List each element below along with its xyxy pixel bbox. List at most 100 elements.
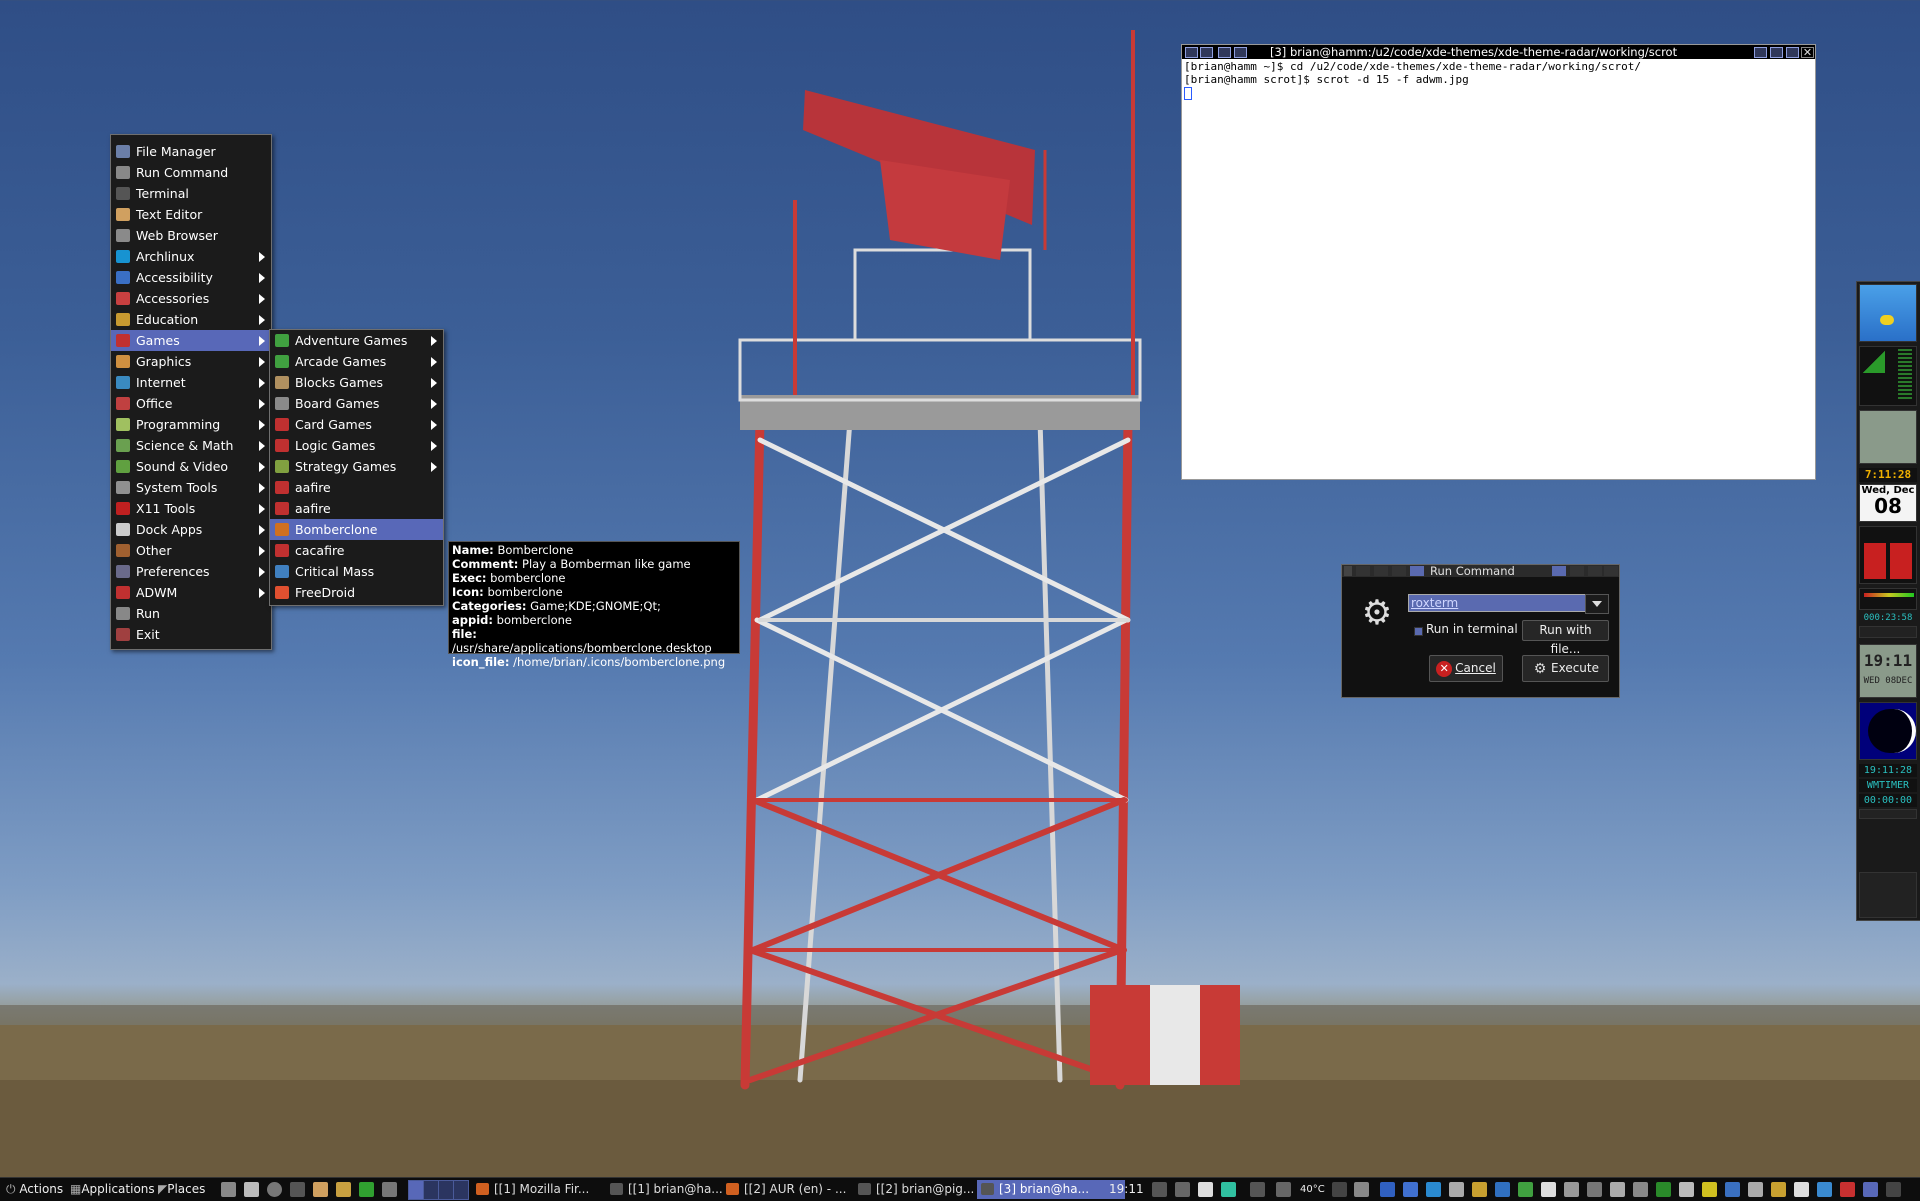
tray-icon[interactable] [1771,1182,1786,1197]
menu-item[interactable]: System Tools [111,477,271,498]
menu-item[interactable]: Web Browser [111,225,271,246]
window-menu-icon[interactable] [1344,566,1352,576]
wifi-dockapp[interactable] [1859,346,1917,406]
run-with-file-button[interactable]: Run with file... [1522,620,1609,656]
launcher-file-icon[interactable] [221,1182,236,1197]
menu-item[interactable]: ADWM [111,582,271,603]
tray-icon[interactable] [1403,1182,1418,1197]
games-menu-item[interactable]: Blocks Games [270,372,443,393]
games-menu-item[interactable]: Strategy Games [270,456,443,477]
taskbar-task[interactable]: [[2] AUR (en) - ... [722,1180,870,1199]
tray-icon[interactable] [1152,1182,1167,1197]
tray-icon[interactable] [1748,1182,1763,1197]
tray-icon[interactable] [1276,1182,1291,1197]
games-menu-item[interactable]: Adventure Games [270,330,443,351]
tray-icon[interactable] [1702,1182,1717,1197]
tray-icon[interactable] [1198,1182,1213,1197]
tray-icon[interactable] [1679,1182,1694,1197]
games-menu-item[interactable]: Card Games [270,414,443,435]
shade-icon[interactable] [1374,566,1388,576]
menu-item[interactable]: Run Command [111,162,271,183]
menu-item[interactable]: Education [111,309,271,330]
tray-arrow-icon[interactable] [1332,1182,1347,1197]
run-in-terminal-checkbox[interactable] [1414,627,1423,636]
taskbar-task[interactable]: [[2] brian@pig... [854,1180,994,1199]
tray-icon[interactable] [1886,1182,1901,1197]
actions-menu[interactable]: ⏻ Actions [6,1178,63,1201]
taskbar-task[interactable]: [[1] Mozilla Fir... [472,1180,622,1199]
launcher-browser-icon[interactable] [267,1182,282,1197]
volume-icon[interactable] [1354,1182,1369,1197]
launcher-app-icon[interactable] [336,1182,351,1197]
launcher-spreadsheet-icon[interactable] [359,1182,374,1197]
tray-icon[interactable] [1449,1182,1464,1197]
launcher-terminal-icon[interactable] [290,1182,305,1197]
taskbar-task[interactable]: [[1] brian@ha... [606,1180,738,1199]
tray-icon[interactable] [1250,1182,1265,1197]
menu-item[interactable]: Office [111,393,271,414]
games-menu-item[interactable]: aafire [270,477,443,498]
lcd-clock-dockapp[interactable]: 19:11 WED 08DEC [1859,644,1917,698]
menu-item[interactable]: Run [111,603,271,624]
menu-item[interactable]: Programming [111,414,271,435]
menu-item[interactable]: Dock Apps [111,519,271,540]
launcher-doc-icon[interactable] [244,1182,259,1197]
restore-icon[interactable] [1588,566,1602,576]
tray-icon[interactable] [1840,1182,1855,1197]
run-in-terminal-label[interactable]: Run in terminal [1426,622,1518,636]
cpu-dockapp[interactable] [1859,410,1917,464]
run-command-dialog[interactable]: Run Command ⚙ roxterm Run in terminal Ru… [1341,564,1620,698]
timer-controls[interactable] [1859,809,1917,819]
layer-icon[interactable] [1392,566,1406,576]
tray-icon[interactable] [1794,1182,1809,1197]
menu-item[interactable]: Preferences [111,561,271,582]
moon-dockapp[interactable] [1859,702,1917,760]
games-menu-item[interactable]: cacafire [270,540,443,561]
menu-item[interactable]: Science & Math [111,435,271,456]
launcher-editor-icon[interactable] [313,1182,328,1197]
menu-item[interactable]: Text Editor [111,204,271,225]
timer-value[interactable]: 00:00:00 [1859,794,1917,807]
tray-icon[interactable] [1725,1182,1740,1197]
command-history-dropdown[interactable] [1585,594,1609,614]
tile-icon[interactable] [1754,47,1767,58]
games-menu-item[interactable]: FreeDroid [270,582,443,603]
execute-button[interactable]: ⚙ Execute [1522,655,1609,682]
tray-icon[interactable] [1863,1182,1878,1197]
menu-item[interactable]: Internet [111,372,271,393]
menu-item[interactable]: Accessibility [111,267,271,288]
tray-icon[interactable] [1541,1182,1556,1197]
minimize-icon[interactable] [1770,47,1783,58]
menu-item[interactable]: Exit [111,624,271,645]
tray-icon[interactable] [1817,1182,1832,1197]
terminal-titlebar[interactable]: [3] brian@hamm:/u2/code/xde-themes/xde-t… [1182,45,1815,59]
workspace-4[interactable] [453,1180,469,1200]
menu-item[interactable]: Games [111,330,271,351]
bluetooth-icon[interactable] [1380,1182,1395,1197]
tray-icon[interactable] [1656,1182,1671,1197]
menu-item[interactable]: Graphics [111,351,271,372]
terminal-window[interactable]: [3] brian@hamm:/u2/code/xde-themes/xde-t… [1181,44,1816,480]
taskbar-task[interactable]: [3] brian@ha... [977,1180,1125,1199]
calendar-dockapp[interactable]: Wed, Dec 08 [1859,484,1917,522]
games-menu-item[interactable]: Bomberclone [270,519,443,540]
tray-icon[interactable] [1426,1182,1441,1197]
launcher-run-icon[interactable] [382,1182,397,1197]
games-menu-item[interactable]: Critical Mass [270,561,443,582]
menu-item[interactable]: Terminal [111,183,271,204]
games-menu-item[interactable]: aafire [270,498,443,519]
menu-item[interactable]: X11 Tools [111,498,271,519]
stick-icon[interactable] [1200,47,1213,58]
games-menu-item[interactable]: Board Games [270,393,443,414]
tray-icon[interactable] [1495,1182,1510,1197]
window-menu-icon[interactable] [1185,47,1198,58]
run-command-titlebar[interactable]: Run Command [1342,565,1619,577]
tray-icon[interactable] [1472,1182,1487,1197]
cancel-button[interactable]: ✕ Cancel [1429,655,1503,682]
battery-icon[interactable] [1221,1182,1236,1197]
close-icon[interactable]: ✕ [1801,47,1814,58]
close-icon[interactable] [1604,566,1618,576]
tray-icon[interactable] [1587,1182,1602,1197]
maximize-icon[interactable] [1570,566,1584,576]
menu-item[interactable]: Archlinux [111,246,271,267]
